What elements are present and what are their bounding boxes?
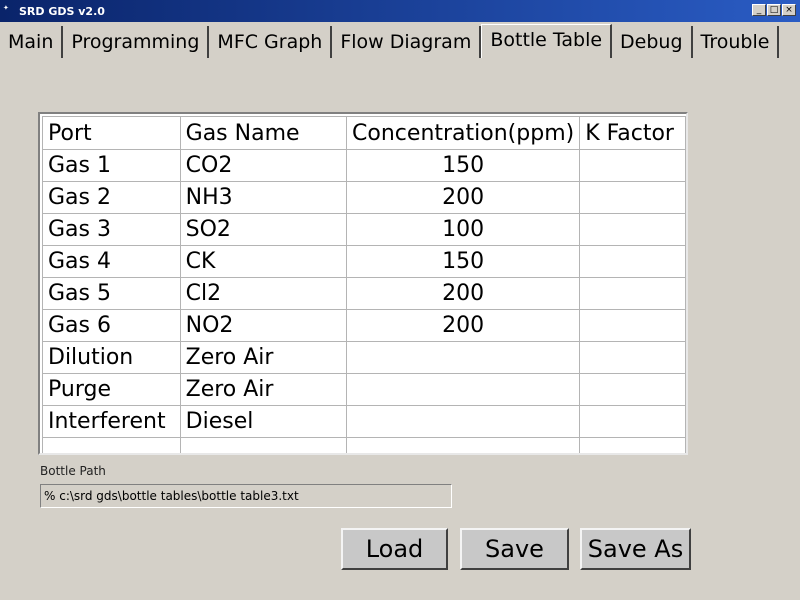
table-cell[interactable] xyxy=(579,277,686,310)
table-row: Gas 2 NH3 200 xyxy=(42,181,686,214)
maximize-button[interactable]: □ xyxy=(767,4,781,16)
tab-bottle-table[interactable]: Bottle Table xyxy=(481,24,613,58)
table-cell[interactable] xyxy=(42,437,181,453)
bottle-path-label: Bottle Path xyxy=(40,464,106,478)
table-cell[interactable] xyxy=(179,437,348,453)
tab-bar: Main Programming MFC Graph Flow Diagram … xyxy=(0,24,800,58)
load-button[interactable]: Load xyxy=(341,528,448,570)
tab-debug[interactable]: Debug xyxy=(612,26,693,58)
table-row: Gas 5 Cl2 200 xyxy=(42,277,686,310)
table-cell[interactable] xyxy=(346,373,581,406)
tab-trouble[interactable]: Trouble xyxy=(692,26,780,58)
table-cell[interactable] xyxy=(579,181,686,214)
title-bar: ✦ SRD GDS v2.0 _ □ × xyxy=(0,0,800,22)
tab-mfc-graph[interactable]: MFC Graph xyxy=(209,26,333,58)
table-cell[interactable] xyxy=(346,405,581,438)
table-cell[interactable] xyxy=(579,373,686,406)
table-cell[interactable] xyxy=(346,437,581,453)
table-cell[interactable]: Gas 5 xyxy=(42,277,181,310)
table-cell[interactable]: 100 xyxy=(346,213,581,246)
bottle-path-field[interactable]: % c:\srd gds\bottle tables\bottle table3… xyxy=(40,484,452,508)
table-cell[interactable]: SO2 xyxy=(179,213,348,246)
table-cell[interactable]: 200 xyxy=(346,277,581,310)
table-cell[interactable]: Gas 2 xyxy=(42,181,181,214)
close-button[interactable]: × xyxy=(782,4,796,16)
bottle-table: Port Gas Name Concentration(ppm) K Factor Ga… xyxy=(38,112,688,455)
table-row: Gas 3 SO2 100 xyxy=(42,213,686,246)
table-cell[interactable] xyxy=(579,149,686,182)
table-cell[interactable] xyxy=(579,245,686,278)
table-cell[interactable]: CO2 xyxy=(179,149,348,182)
bottle-table-grid: Port Gas Name Concentration(ppm) K Factor Ga… xyxy=(42,116,686,453)
table-cell[interactable]: Gas 3 xyxy=(42,213,181,246)
tab-flow-diagram[interactable]: Flow Diagram xyxy=(332,26,482,58)
save-button[interactable]: Save xyxy=(460,528,569,570)
table-header-row: Port Gas Name Concentration(ppm) K Factor xyxy=(42,116,686,150)
table-cell[interactable]: Zero Air xyxy=(179,373,348,406)
table-cell[interactable]: Dilution xyxy=(42,341,181,374)
table-cell[interactable]: Cl2 xyxy=(179,277,348,310)
app-icon: ✦ xyxy=(3,4,9,12)
table-row: Dilution Zero Air xyxy=(42,341,686,374)
window-controls: _ □ × xyxy=(751,4,796,16)
table-cell[interactable] xyxy=(579,437,686,453)
window-title: SRD GDS v2.0 xyxy=(19,4,105,18)
tab-programming[interactable]: Programming xyxy=(63,26,210,58)
table-cell[interactable]: Gas 6 xyxy=(42,309,181,342)
table-cell[interactable]: Diesel xyxy=(179,405,348,438)
table-cell[interactable]: CK xyxy=(179,245,348,278)
table-row: Gas 4 CK 150 xyxy=(42,245,686,278)
table-cell[interactable] xyxy=(579,341,686,374)
table-cell[interactable] xyxy=(579,213,686,246)
table-cell[interactable] xyxy=(579,405,686,438)
column-header[interactable]: Gas Name xyxy=(179,116,348,150)
table-cell[interactable]: Zero Air xyxy=(179,341,348,374)
table-row xyxy=(42,437,686,453)
table-row: Interferent Diesel xyxy=(42,405,686,438)
table-cell[interactable]: 200 xyxy=(346,309,581,342)
column-header[interactable]: Concentration(ppm) xyxy=(346,116,581,150)
table-cell[interactable]: Purge xyxy=(42,373,181,406)
table-cell[interactable] xyxy=(346,341,581,374)
table-row: Gas 1 CO2 150 xyxy=(42,149,686,182)
table-row: Purge Zero Air xyxy=(42,373,686,406)
table-cell[interactable] xyxy=(579,309,686,342)
column-header[interactable]: K Factor xyxy=(579,116,686,150)
save-as-button[interactable]: Save As xyxy=(580,528,691,570)
table-cell[interactable]: 150 xyxy=(346,149,581,182)
table-cell[interactable]: Gas 1 xyxy=(42,149,181,182)
table-row: Gas 6 NO2 200 xyxy=(42,309,686,342)
minimize-button[interactable]: _ xyxy=(752,4,766,16)
tab-main[interactable]: Main xyxy=(0,26,64,58)
table-cell[interactable]: 150 xyxy=(346,245,581,278)
table-cell[interactable]: Gas 4 xyxy=(42,245,181,278)
column-header[interactable]: Port xyxy=(42,116,181,150)
table-cell[interactable]: 200 xyxy=(346,181,581,214)
table-cell[interactable]: NH3 xyxy=(179,181,348,214)
table-cell[interactable]: Interferent xyxy=(42,405,181,438)
table-cell[interactable]: NO2 xyxy=(179,309,348,342)
